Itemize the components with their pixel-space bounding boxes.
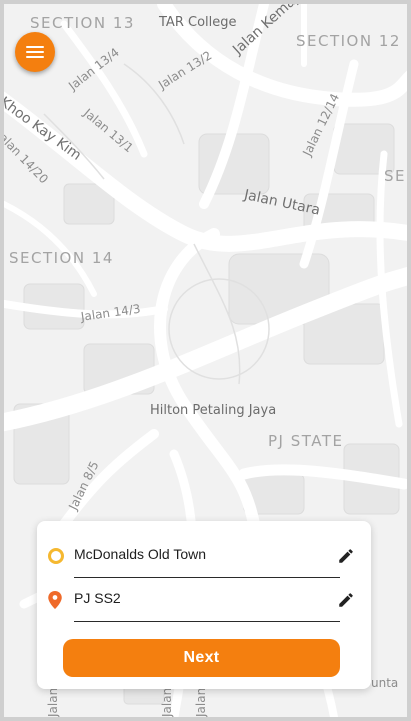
menu-button[interactable]	[15, 32, 55, 72]
origin-underline	[74, 577, 340, 578]
phone-screen: SECTION 13 TAR College Jalan Kemaju SECT…	[0, 0, 411, 721]
pencil-edit-icon[interactable]	[337, 547, 355, 565]
next-button[interactable]: Next	[63, 639, 340, 677]
location-pin-icon	[48, 591, 62, 609]
pencil-edit-icon[interactable]	[337, 591, 355, 609]
origin-field[interactable]: McDonalds Old Town	[74, 546, 206, 562]
origin-row[interactable]: McDonalds Old Town	[37, 539, 371, 579]
origin-circle-icon	[48, 548, 64, 564]
destination-field[interactable]: PJ SS2	[74, 590, 121, 606]
destination-underline	[74, 621, 340, 622]
destination-row[interactable]: PJ SS2	[37, 583, 371, 623]
route-card: McDonalds Old Town PJ SS2 Next	[37, 521, 371, 689]
